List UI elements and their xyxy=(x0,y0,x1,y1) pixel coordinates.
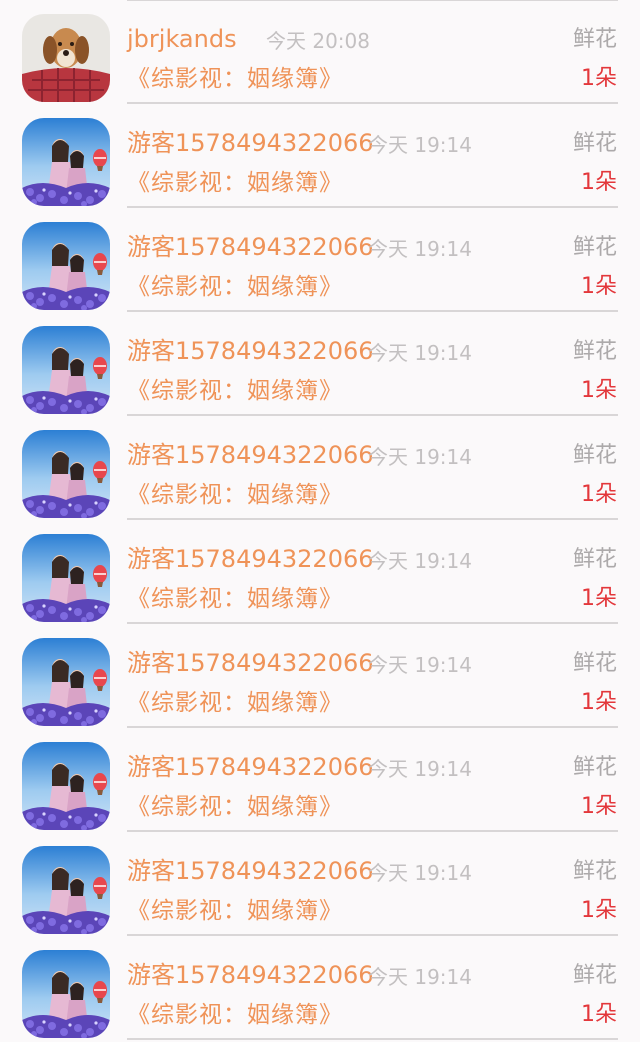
gift-record-row[interactable]: 游客1578494322066 今天 19:14 鲜花 《综影视：姻缘簿》 1朵 xyxy=(0,416,640,520)
timestamp: 今天 19:14 xyxy=(368,445,472,469)
username[interactable]: 游客1578494322066 xyxy=(127,959,374,991)
gift-count: 1朵 xyxy=(581,586,617,611)
couple-photo-avatar[interactable] xyxy=(22,430,110,518)
couple-photo-avatar[interactable] xyxy=(22,534,110,622)
gift-type-label: 鲜花 xyxy=(572,859,617,884)
gift-type-label: 鲜花 xyxy=(572,27,617,52)
username[interactable]: 游客1578494322066 xyxy=(127,543,374,575)
book-title-link[interactable]: 《综影视：姻缘簿》 xyxy=(127,895,343,927)
couple-photo-avatar[interactable] xyxy=(22,326,110,414)
book-title-link[interactable]: 《综影视：姻缘簿》 xyxy=(127,791,343,823)
gift-type-label: 鲜花 xyxy=(572,651,617,676)
timestamp: 今天 19:14 xyxy=(368,757,472,781)
timestamp: 今天 19:14 xyxy=(368,549,472,573)
book-title-link[interactable]: 《综影视：姻缘簿》 xyxy=(127,375,343,407)
timestamp: 今天 19:14 xyxy=(368,965,472,989)
gift-record-row[interactable]: 游客1578494322066 今天 19:14 鲜花 《综影视：姻缘簿》 1朵 xyxy=(0,728,640,832)
username[interactable]: 游客1578494322066 xyxy=(127,335,374,367)
username[interactable]: jbrjkands xyxy=(127,23,237,55)
couple-photo-avatar[interactable] xyxy=(22,118,110,206)
dog-avatar[interactable] xyxy=(22,14,110,102)
timestamp: 今天 19:14 xyxy=(368,653,472,677)
book-title-link[interactable]: 《综影视：姻缘簿》 xyxy=(127,479,343,511)
gift-record-row[interactable]: 游客1578494322066 今天 19:14 鲜花 《综影视：姻缘簿》 1朵 xyxy=(0,312,640,416)
timestamp: 今天 19:14 xyxy=(368,341,472,365)
couple-photo-avatar[interactable] xyxy=(22,742,110,830)
row-divider xyxy=(127,1038,618,1040)
username[interactable]: 游客1578494322066 xyxy=(127,751,374,783)
book-title-link[interactable]: 《综影视：姻缘簿》 xyxy=(127,999,343,1031)
username[interactable]: 游客1578494322066 xyxy=(127,855,374,887)
gift-record-row[interactable]: 游客1578494322066 今天 19:14 鲜花 《综影视：姻缘簿》 1朵 xyxy=(0,936,640,1040)
gift-record-row[interactable]: 游客1578494322066 今天 19:14 鲜花 《综影视：姻缘簿》 1朵 xyxy=(0,520,640,624)
book-title-link[interactable]: 《综影视：姻缘簿》 xyxy=(127,687,343,719)
gift-type-label: 鲜花 xyxy=(572,131,617,156)
gift-record-row[interactable]: jbrjkands 今天 20:08 鲜花 《综影视：姻缘簿》 1朵 xyxy=(0,0,640,104)
book-title-link[interactable]: 《综影视：姻缘簿》 xyxy=(127,583,343,615)
timestamp: 今天 19:14 xyxy=(368,861,472,885)
timestamp: 今天 19:14 xyxy=(368,133,472,157)
couple-photo-avatar[interactable] xyxy=(22,638,110,726)
gift-count: 1朵 xyxy=(581,378,617,403)
timestamp: 今天 20:08 xyxy=(266,29,370,53)
gift-count: 1朵 xyxy=(581,170,617,195)
book-title-link[interactable]: 《综影视：姻缘簿》 xyxy=(127,271,343,303)
book-title-link[interactable]: 《综影视：姻缘簿》 xyxy=(127,167,343,199)
gift-record-row[interactable]: 游客1578494322066 今天 19:14 鲜花 《综影视：姻缘簿》 1朵 xyxy=(0,208,640,312)
gift-type-label: 鲜花 xyxy=(572,443,617,468)
username[interactable]: 游客1578494322066 xyxy=(127,647,374,679)
timestamp: 今天 19:14 xyxy=(368,237,472,261)
gift-type-label: 鲜花 xyxy=(572,339,617,364)
gift-type-label: 鲜花 xyxy=(572,235,617,260)
gift-type-label: 鲜花 xyxy=(572,755,617,780)
gift-count: 1朵 xyxy=(581,794,617,819)
couple-photo-avatar[interactable] xyxy=(22,222,110,310)
gift-record-row[interactable]: 游客1578494322066 今天 19:14 鲜花 《综影视：姻缘簿》 1朵 xyxy=(0,832,640,936)
gift-count: 1朵 xyxy=(581,482,617,507)
gift-count: 1朵 xyxy=(581,274,617,299)
gift-count: 1朵 xyxy=(581,66,617,91)
gift-count: 1朵 xyxy=(581,1002,617,1027)
gift-record-row[interactable]: 游客1578494322066 今天 19:14 鲜花 《综影视：姻缘簿》 1朵 xyxy=(0,104,640,208)
username[interactable]: 游客1578494322066 xyxy=(127,127,374,159)
gift-count: 1朵 xyxy=(581,690,617,715)
gift-record-list: jbrjkands 今天 20:08 鲜花 《综影视：姻缘簿》 1朵 游客157… xyxy=(0,0,640,1042)
username[interactable]: 游客1578494322066 xyxy=(127,439,374,471)
couple-photo-avatar[interactable] xyxy=(22,950,110,1038)
couple-photo-avatar[interactable] xyxy=(22,846,110,934)
gift-type-label: 鲜花 xyxy=(572,963,617,988)
username[interactable]: 游客1578494322066 xyxy=(127,231,374,263)
gift-record-row[interactable]: 游客1578494322066 今天 19:14 鲜花 《综影视：姻缘簿》 1朵 xyxy=(0,624,640,728)
gift-type-label: 鲜花 xyxy=(572,547,617,572)
book-title-link[interactable]: 《综影视：姻缘簿》 xyxy=(127,63,343,95)
gift-count: 1朵 xyxy=(581,898,617,923)
